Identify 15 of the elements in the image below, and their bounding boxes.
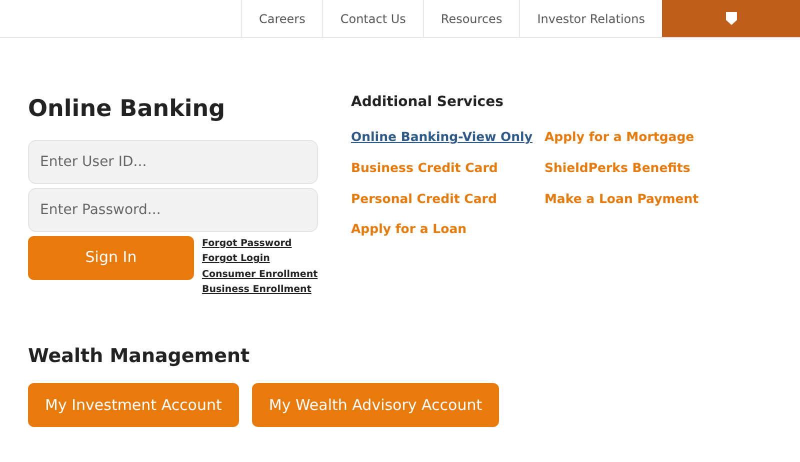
shield-icon [726, 12, 736, 25]
section-title: Online Banking [28, 95, 226, 124]
section-title: Wealth Management [28, 344, 251, 368]
account-link[interactable]: Business Enrollment [202, 282, 318, 298]
nav-link[interactable]: Contact Us [322, 0, 423, 37]
account-link[interactable]: Consumer Enrollment [202, 266, 318, 282]
shield-tab[interactable] [662, 0, 800, 37]
nav-link[interactable]: Resources [422, 0, 520, 37]
password-field[interactable]: Enter Password... [28, 188, 318, 232]
service-link[interactable]: Online Banking-View Only [351, 128, 532, 147]
account-link[interactable]: Forgot Password [202, 236, 318, 251]
nav-link[interactable]: Careers [241, 0, 322, 37]
account-link[interactable]: Forgot Login [202, 251, 318, 266]
section-title: Additional Services [351, 93, 504, 112]
user-id-field[interactable]: Enter User ID... [28, 140, 318, 184]
